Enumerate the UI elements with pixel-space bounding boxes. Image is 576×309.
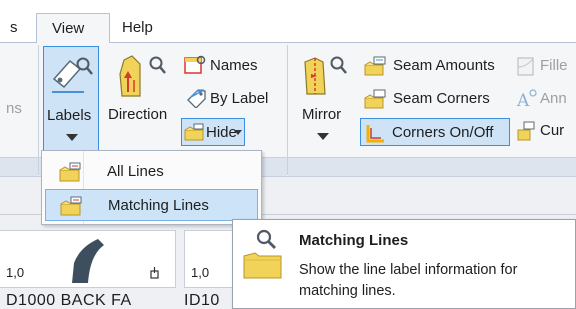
- corners-onoff-label: Corners On/Off: [392, 124, 494, 141]
- curve-label: Cur: [540, 122, 565, 139]
- annotation-icon: A: [516, 89, 537, 110]
- seam-corners-icon: [364, 89, 386, 109]
- names-button-label: Names: [210, 57, 258, 74]
- folder-icon: [243, 252, 282, 279]
- group-separator: [287, 45, 288, 175]
- names-button[interactable]: Names: [182, 53, 282, 79]
- tab-help[interactable]: Help: [110, 13, 172, 44]
- seam-amounts-icon: [364, 56, 386, 76]
- piece-quantity: 1,0: [6, 265, 25, 280]
- fillet-icon: [517, 57, 534, 76]
- seam-corners-label: Seam Corners: [393, 90, 490, 107]
- folder-pencil-icon: [184, 123, 204, 141]
- piece-thumbnail[interactable]: 1,0: [0, 230, 176, 288]
- menu-item-label: Matching Lines: [108, 197, 209, 214]
- tab-partial-label: s: [10, 19, 18, 36]
- partial-group-label: ns: [6, 100, 22, 117]
- seam-corners-button[interactable]: Seam Corners: [362, 86, 512, 112]
- hide-button-label: Hide: [206, 124, 237, 141]
- corners-onoff-button[interactable]: Corners On/Off: [360, 118, 510, 146]
- seam-amounts-button[interactable]: Seam Amounts: [362, 53, 512, 79]
- chevron-down-icon: [234, 130, 242, 135]
- piece-shape-icon: [72, 239, 104, 283]
- piece-marker-icon: [150, 267, 159, 279]
- tab-help-label: Help: [122, 19, 153, 36]
- direction-button-label: Direction: [108, 106, 168, 123]
- fillet-label: Fille: [540, 57, 568, 74]
- svg-text:A: A: [516, 91, 530, 110]
- corners-onoff-icon: [366, 125, 384, 143]
- names-icon: [184, 55, 206, 74]
- menu-item-label: All Lines: [107, 163, 164, 180]
- chevron-down-icon: [317, 133, 329, 140]
- mirror-button[interactable]: Mirror: [295, 46, 351, 153]
- annotation-button[interactable]: A Ann: [516, 86, 576, 112]
- menu-item-all-lines[interactable]: All Lines: [45, 156, 258, 188]
- piece-name: ID10: [184, 292, 220, 309]
- group-footer-seams: [288, 157, 576, 176]
- piece-name: D1000 BACK FA: [6, 292, 132, 309]
- fillet-button[interactable]: Fille: [516, 53, 576, 79]
- by-label-button[interactable]: By Label: [182, 86, 282, 112]
- tooltip-description: Show the line label information for matc…: [299, 262, 518, 299]
- direction-button[interactable]: Direction: [106, 46, 172, 153]
- menu-item-matching-lines[interactable]: Matching Lines: [45, 189, 258, 221]
- labels-button-label: Labels: [47, 107, 92, 124]
- ribbon-tab-strip: s View Help: [0, 0, 576, 44]
- direction-icon: [119, 55, 166, 97]
- mirror-button-label: Mirror: [302, 106, 342, 123]
- tab-view[interactable]: View: [36, 13, 110, 44]
- chevron-down-icon: [66, 134, 78, 141]
- group-footer-left: [0, 157, 38, 176]
- by-label-button-label: By Label: [210, 90, 269, 107]
- curve-button[interactable]: Cur: [516, 118, 576, 144]
- tab-partial[interactable]: s: [0, 13, 34, 44]
- magnifier-icon: [256, 229, 276, 249]
- seam-amounts-label: Seam Amounts: [393, 57, 495, 74]
- folder-pencil-icon: [60, 196, 82, 216]
- tag-label-icon: [187, 89, 206, 108]
- mirror-icon: [304, 56, 347, 95]
- labels-button[interactable]: Labels: [43, 46, 99, 153]
- tab-view-label: View: [52, 20, 85, 37]
- matching-lines-tooltip: Matching Lines Show the line label infor…: [232, 219, 576, 309]
- folder-pencil-icon: [59, 162, 81, 182]
- labels-icon: [52, 57, 93, 93]
- labels-dropdown-menu: All Lines Matching Lines: [41, 150, 262, 225]
- hide-button[interactable]: Hide: [181, 118, 245, 146]
- tooltip-title: Matching Lines: [299, 232, 409, 249]
- group-separator: [38, 45, 39, 175]
- curve-icon: [517, 121, 535, 141]
- piece-quantity: 1,0: [191, 265, 210, 280]
- annotation-label: Ann: [540, 90, 567, 107]
